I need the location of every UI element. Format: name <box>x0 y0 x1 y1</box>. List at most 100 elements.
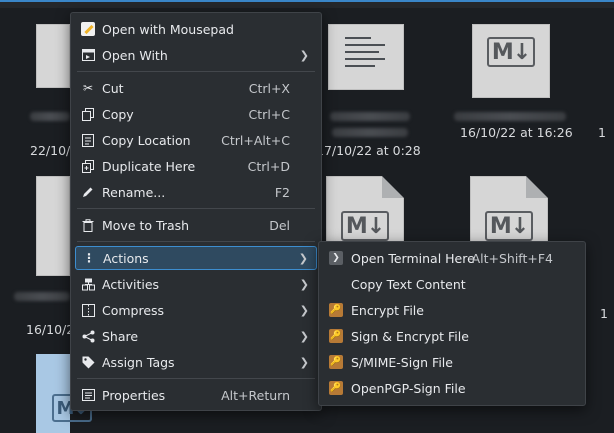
tag-icon <box>81 355 95 369</box>
menu-item-label: Sign & Encrypt File <box>351 328 469 344</box>
file-tile[interactable]: M↓ <box>470 170 560 250</box>
chevron-right-icon: ❯ <box>299 303 309 317</box>
file-name-blurred <box>454 112 566 121</box>
menu-item-duplicate-here[interactable]: Duplicate Here Ctrl+D <box>75 154 317 178</box>
menu-item-compress[interactable]: Compress ❯ <box>75 298 317 322</box>
document-icon <box>36 24 70 88</box>
menu-item-label: Copy Text Content <box>351 276 466 292</box>
markdown-badge: M↓ <box>487 37 535 67</box>
selected-file-tile[interactable]: M↓ <box>36 354 92 433</box>
file-tile-partial[interactable]: 1 <box>598 125 614 145</box>
file-name-blurred <box>330 112 410 121</box>
menu-item-label: Properties <box>102 387 166 403</box>
menu-separator <box>77 378 315 379</box>
file-date: 17/10/22 at 0:28 <box>316 143 421 158</box>
chevron-right-icon: ❯ <box>299 277 309 291</box>
chevron-right-icon: ❯ <box>299 355 309 369</box>
menu-item-label: Rename... <box>102 184 166 200</box>
menu-item-move-to-trash[interactable]: Move to Trash Del <box>75 213 317 237</box>
chevron-right-icon: ❯ <box>298 251 308 265</box>
menu-separator <box>77 208 315 209</box>
menu-item-label: Encrypt File <box>351 302 424 318</box>
markdown-badge: M↓ <box>341 211 389 241</box>
compress-icon <box>81 303 95 317</box>
menu-item-label: Move to Trash <box>102 217 190 233</box>
document-icon <box>328 24 404 90</box>
menu-item-label: S/MIME-Sign File <box>351 354 453 370</box>
activities-icon <box>81 277 95 291</box>
context-menu: Open with Mousepad Open With ❯ ✂ Cut Ctr… <box>70 12 322 411</box>
menu-item-shortcut: Alt+Shift+F4 <box>471 250 553 266</box>
file-name-blurred <box>332 128 408 137</box>
file-tile[interactable]: 17/10/22 at 0:28 <box>316 0 452 160</box>
menu-item-rename[interactable]: Rename... F2 <box>75 180 317 204</box>
scissors-icon: ✂ <box>82 81 94 95</box>
file-date-partial: 1 <box>598 125 606 140</box>
menu-item-smime-sign-file[interactable]: 🔑 S/MIME-Sign File <box>323 350 581 374</box>
menu-item-label: Open Terminal Here <box>351 250 475 266</box>
menu-item-label: Cut <box>102 80 124 96</box>
menu-item-properties[interactable]: Properties Alt+Return <box>75 383 317 407</box>
trash-icon <box>81 218 95 232</box>
menu-item-label: Actions <box>103 250 149 266</box>
duplicate-icon <box>81 159 95 173</box>
menu-item-cut[interactable]: ✂ Cut Ctrl+X <box>75 76 317 100</box>
kgpg-icon: 🔑 <box>329 303 343 317</box>
file-tile[interactable]: M↓ <box>322 170 422 250</box>
menu-item-copy[interactable]: Copy Ctrl+C <box>75 102 317 126</box>
file-date: 16/10/2 <box>26 322 75 337</box>
mousepad-icon <box>81 22 95 36</box>
terminal-icon: ❯ <box>329 251 343 265</box>
menu-item-shortcut: Ctrl+D <box>247 158 290 174</box>
menu-item-open-with-mousepad[interactable]: Open with Mousepad <box>75 17 317 41</box>
menu-item-label: Assign Tags <box>102 354 175 370</box>
kebab-icon: ⋮ <box>83 251 95 265</box>
menu-item-label: Copy Location <box>102 132 191 148</box>
kgpg-icon: 🔑 <box>329 329 343 343</box>
properties-icon <box>81 388 95 402</box>
menu-item-actions[interactable]: ⋮ Actions ❯ <box>75 246 317 270</box>
markdown-file-icon: M↓ <box>470 176 548 250</box>
menu-item-shortcut: Ctrl+Alt+C <box>221 132 290 148</box>
menu-separator <box>77 241 315 242</box>
menu-item-shortcut: Del <box>269 217 290 233</box>
menu-item-label: Activities <box>102 276 160 292</box>
file-date: 16/10/22 at 16:26 <box>460 125 573 140</box>
file-name-blurred <box>14 292 70 301</box>
menu-item-label: Copy <box>102 106 134 122</box>
menu-item-sign-encrypt-file[interactable]: 🔑 Sign & Encrypt File <box>323 324 581 348</box>
menu-item-copy-text-content[interactable]: Copy Text Content <box>323 272 581 296</box>
menu-item-label: Share <box>102 328 139 344</box>
menu-item-encrypt-file[interactable]: 🔑 Encrypt File <box>323 298 581 322</box>
menu-item-copy-location[interactable]: Copy Location Ctrl+Alt+C <box>75 128 317 152</box>
file-date-partial: 1 <box>600 306 608 321</box>
menu-item-openpgp-sign-file[interactable]: 🔑 OpenPGP-Sign File <box>323 376 581 400</box>
file-tile[interactable]: 22/10/2 <box>0 0 78 160</box>
menu-item-shortcut: Ctrl+X <box>248 80 290 96</box>
menu-item-shortcut: Ctrl+C <box>248 106 290 122</box>
markdown-file-icon: M↓ <box>472 24 550 98</box>
kgpg-icon: 🔑 <box>329 381 343 395</box>
menu-item-share[interactable]: Share ❯ <box>75 324 317 348</box>
share-icon <box>81 329 95 343</box>
copy-icon <box>81 107 95 121</box>
menu-item-shortcut: Alt+Return <box>221 387 290 403</box>
document-icon <box>36 176 70 276</box>
file-tile[interactable]: M↓ 16/10/22 at 16:26 <box>450 0 580 160</box>
menu-separator <box>77 71 315 72</box>
menu-item-open-with[interactable]: Open With ❯ <box>75 43 317 67</box>
menu-item-activities[interactable]: Activities ❯ <box>75 272 317 296</box>
menu-item-open-terminal-here[interactable]: ❯ Open Terminal Here Alt+Shift+F4 <box>323 246 581 270</box>
menu-item-label: Duplicate Here <box>102 158 196 174</box>
menu-item-label: Open With <box>102 47 168 63</box>
menu-item-assign-tags[interactable]: Assign Tags ❯ <box>75 350 317 374</box>
file-tile[interactable]: 16/10/2 <box>0 170 74 340</box>
menu-item-label: OpenPGP-Sign File <box>351 380 466 396</box>
pencil-icon <box>81 185 95 199</box>
actions-submenu: ❯ Open Terminal Here Alt+Shift+F4 Copy T… <box>318 241 586 406</box>
menu-item-label: Open with Mousepad <box>102 21 234 37</box>
markdown-file-icon: M↓ <box>326 176 404 250</box>
file-name-blurred <box>30 112 70 121</box>
kgpg-icon: 🔑 <box>329 355 343 369</box>
file-tile-partial[interactable]: 1 <box>600 306 614 326</box>
